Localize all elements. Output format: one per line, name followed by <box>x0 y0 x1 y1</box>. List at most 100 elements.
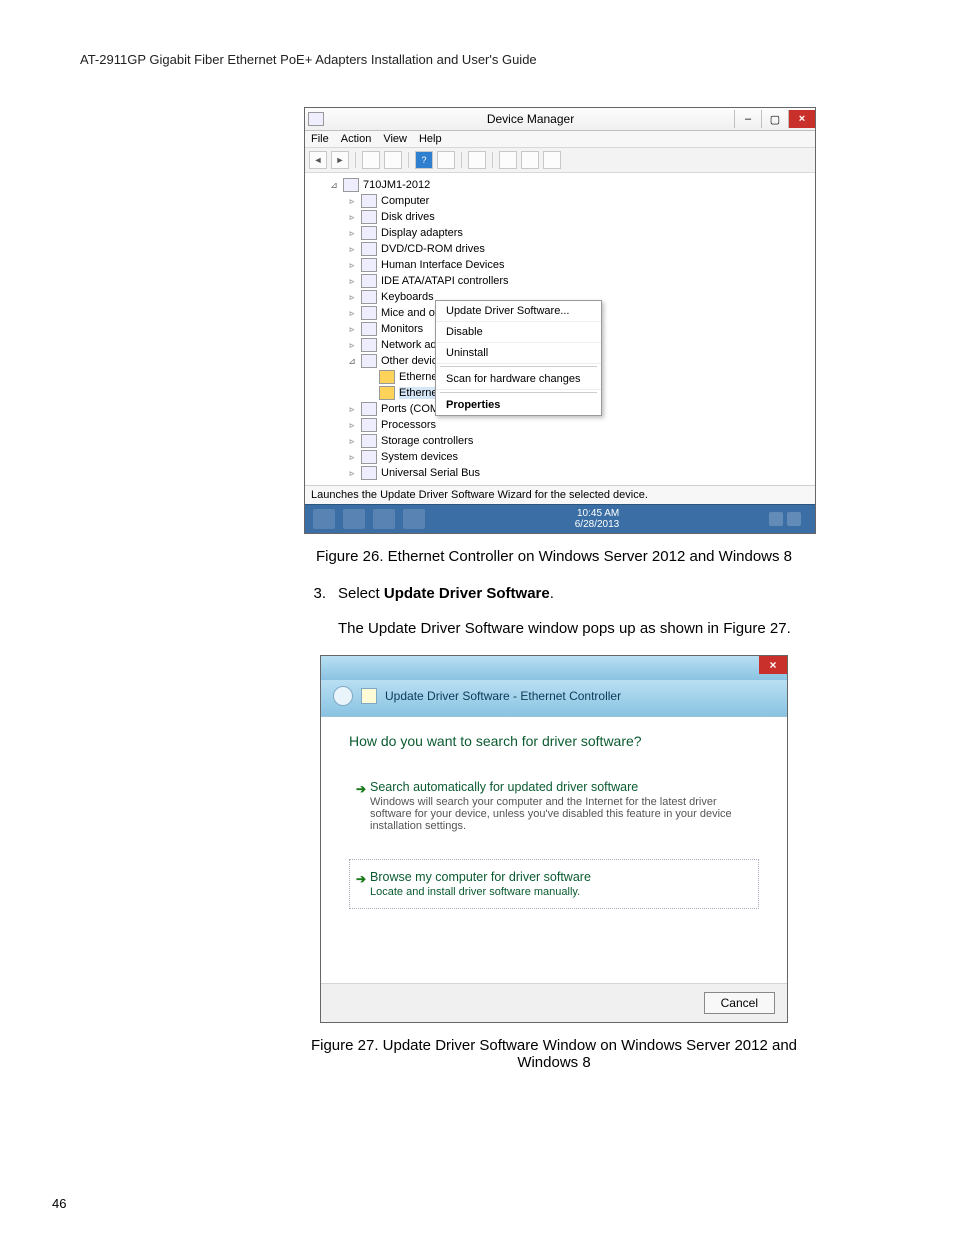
warning-device-icon <box>379 370 395 384</box>
step-prefix: Select <box>338 585 384 602</box>
expand-icon[interactable]: ▹ <box>347 228 357 239</box>
toolbar-icon[interactable] <box>384 151 402 169</box>
device-icon <box>361 322 377 336</box>
device-icon <box>361 210 377 224</box>
option-subtitle: Windows will search your computer and th… <box>370 796 746 832</box>
device-icon <box>361 242 377 256</box>
option-title: Search automatically for updated driver … <box>370 780 746 794</box>
figure-26-caption: Figure 26. Ethernet Controller on Window… <box>304 548 804 565</box>
status-bar: Launches the Update Driver Software Wiza… <box>305 485 815 504</box>
toolbar-icon[interactable] <box>468 151 486 169</box>
expand-icon[interactable]: ▹ <box>347 404 357 415</box>
device-icon <box>361 354 377 368</box>
tree-node[interactable]: Disk drives <box>381 211 435 223</box>
device-manager-window: Device Manager – ▢ × File Action View He… <box>304 107 816 534</box>
update-driver-window: × Update Driver Software - Ethernet Cont… <box>320 655 788 1023</box>
option-search-auto[interactable]: ➔ Search automatically for updated drive… <box>349 769 759 843</box>
dm-titlebar: Device Manager – ▢ × <box>305 108 815 131</box>
computer-icon <box>343 178 359 192</box>
taskbar-icon[interactable] <box>373 509 395 529</box>
device-icon <box>361 258 377 272</box>
close-button[interactable]: × <box>759 656 787 674</box>
collapse-icon[interactable]: ⊿ <box>329 180 339 191</box>
device-icon <box>361 434 377 448</box>
expand-icon[interactable]: ▹ <box>347 420 357 431</box>
device-icon <box>361 450 377 464</box>
tray-icon[interactable] <box>787 512 801 526</box>
expand-icon[interactable]: ▹ <box>347 292 357 303</box>
tree-node[interactable]: DVD/CD-ROM drives <box>381 243 485 255</box>
toolbar-icon[interactable] <box>499 151 517 169</box>
tree-node[interactable]: Display adapters <box>381 227 463 239</box>
device-icon <box>361 290 377 304</box>
tree-node[interactable]: IDE ATA/ATAPI controllers <box>381 275 509 287</box>
warning-device-icon <box>379 386 395 400</box>
taskbar: 10:45 AM 6/28/2013 <box>305 504 815 533</box>
option-browse[interactable]: ➔ Browse my computer for driver software… <box>349 859 759 909</box>
page-number: 46 <box>52 1196 66 1211</box>
tree-node[interactable]: Keyboards <box>381 291 434 303</box>
expand-icon[interactable]: ▹ <box>347 452 357 463</box>
help-icon[interactable]: ? <box>415 151 433 169</box>
back-icon[interactable] <box>333 686 353 706</box>
menu-view[interactable]: View <box>383 133 407 145</box>
taskbar-date: 6/28/2013 <box>575 519 620 530</box>
toolbar-icon[interactable] <box>543 151 561 169</box>
tree-node[interactable]: Universal Serial Bus <box>381 467 480 479</box>
ctx-properties[interactable]: Properties <box>436 395 601 415</box>
forward-icon[interactable]: ► <box>331 151 349 169</box>
expand-icon[interactable]: ▹ <box>347 244 357 255</box>
expand-icon[interactable]: ▹ <box>347 308 357 319</box>
ctx-uninstall[interactable]: Uninstall <box>436 343 601 364</box>
ctx-update-driver[interactable]: Update Driver Software... <box>436 301 601 322</box>
ctx-disable[interactable]: Disable <box>436 322 601 343</box>
expand-icon[interactable]: ▹ <box>347 260 357 271</box>
running-header: AT-2911GP Gigabit Fiber Ethernet PoE+ Ad… <box>80 52 874 67</box>
step-action: Update Driver Software <box>384 585 550 602</box>
option-subtitle: Locate and install driver software manua… <box>370 886 746 898</box>
tree-node[interactable]: Processors <box>381 419 436 431</box>
dm-menubar: File Action View Help <box>305 131 815 148</box>
tree-node[interactable]: Human Interface Devices <box>381 259 505 271</box>
expand-icon[interactable]: ▹ <box>347 324 357 335</box>
expand-icon[interactable]: ▹ <box>347 276 357 287</box>
back-icon[interactable]: ◄ <box>309 151 327 169</box>
taskbar-icon[interactable] <box>403 509 425 529</box>
device-icon <box>361 402 377 416</box>
arrow-icon: ➔ <box>356 782 366 796</box>
dm-toolbar: ◄ ► ? <box>305 148 815 173</box>
expand-icon[interactable]: ▹ <box>347 196 357 207</box>
ud-titlebar: × <box>321 656 787 680</box>
tree-node[interactable]: Monitors <box>381 323 423 335</box>
collapse-icon[interactable]: ⊿ <box>347 356 357 367</box>
step-suffix: . <box>550 585 554 602</box>
step-3: 3. Select Update Driver Software. <box>304 585 804 602</box>
expand-icon[interactable]: ▹ <box>347 468 357 479</box>
toolbar-icon[interactable] <box>437 151 455 169</box>
tree-node[interactable]: Storage controllers <box>381 435 473 447</box>
close-button[interactable]: × <box>788 110 815 128</box>
tray-icon[interactable] <box>769 512 783 526</box>
expand-icon[interactable]: ▹ <box>347 340 357 351</box>
paragraph: The Update Driver Software window pops u… <box>304 620 804 637</box>
tree-node[interactable]: System devices <box>381 451 458 463</box>
arrow-icon: ➔ <box>356 872 366 886</box>
expand-icon[interactable]: ▹ <box>347 436 357 447</box>
minimize-button[interactable]: – <box>734 110 761 128</box>
ctx-scan[interactable]: Scan for hardware changes <box>436 369 601 390</box>
toolbar-icon[interactable] <box>521 151 539 169</box>
device-icon <box>361 338 377 352</box>
menu-file[interactable]: File <box>311 133 329 145</box>
tree-root[interactable]: 710JM1-2012 <box>363 179 430 191</box>
dm-app-icon <box>308 112 324 126</box>
taskbar-icon[interactable] <box>313 509 335 529</box>
taskbar-icon[interactable] <box>343 509 365 529</box>
maximize-button[interactable]: ▢ <box>761 110 788 128</box>
expand-icon[interactable]: ▹ <box>347 212 357 223</box>
taskbar-clock[interactable]: 10:45 AM 6/28/2013 <box>575 508 620 530</box>
tree-node[interactable]: Computer <box>381 195 429 207</box>
menu-action[interactable]: Action <box>341 133 372 145</box>
cancel-button[interactable]: Cancel <box>704 992 775 1014</box>
menu-help[interactable]: Help <box>419 133 442 145</box>
toolbar-icon[interactable] <box>362 151 380 169</box>
